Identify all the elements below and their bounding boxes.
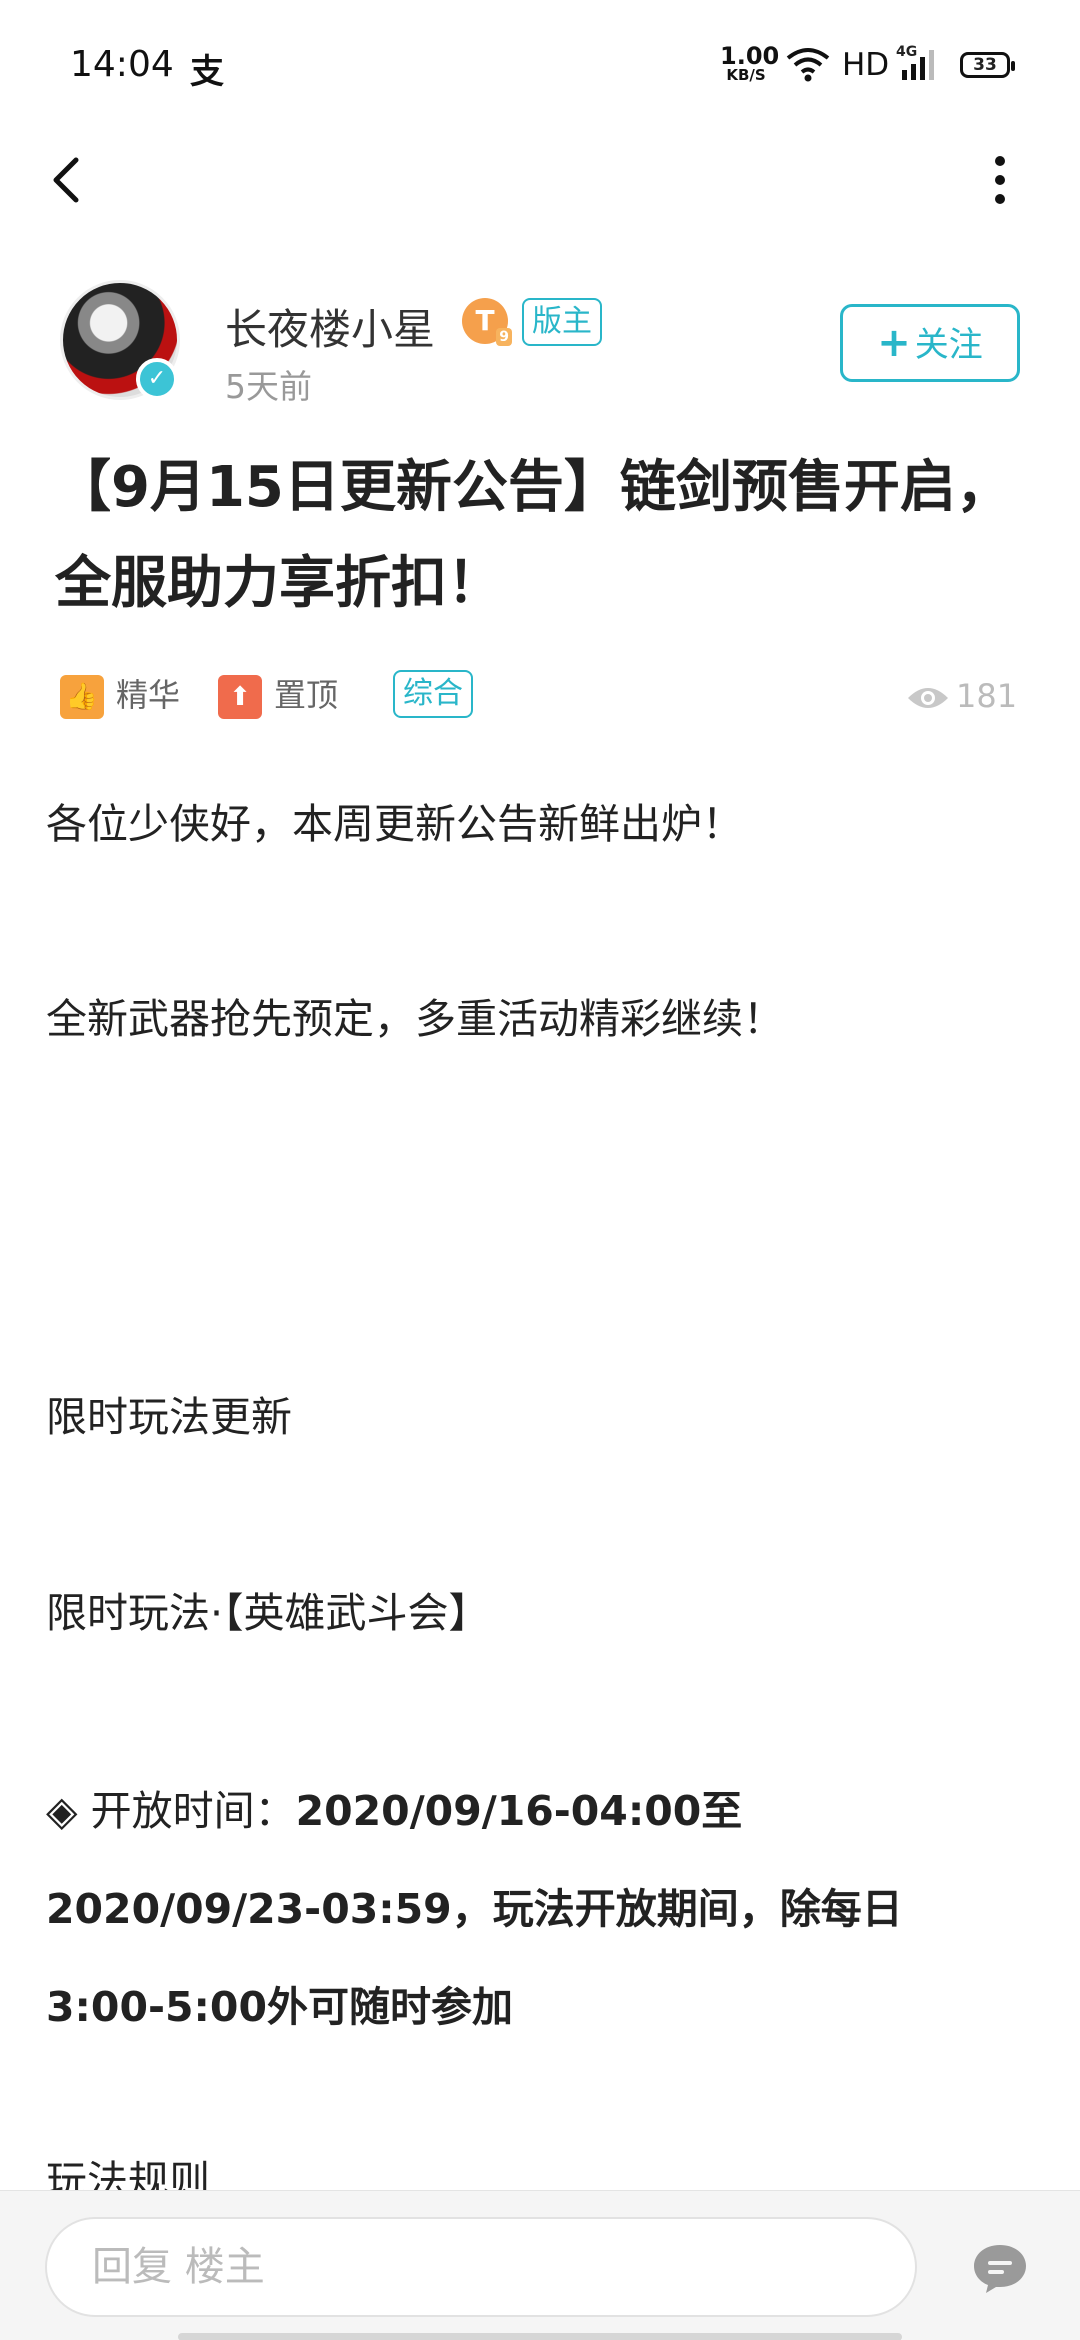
verified-badge-icon: ✓ (136, 358, 178, 400)
pinned-tag-label: 置顶 (274, 676, 339, 714)
eye-icon (908, 688, 948, 708)
top-nav (0, 130, 1080, 230)
wifi-icon (786, 48, 830, 82)
signal-icon: 4G (896, 44, 942, 84)
plus-icon: + (877, 320, 911, 366)
network-speed-value: 1.00 (720, 42, 780, 70)
battery-icon: 33 (960, 52, 1015, 78)
level-badge-letter: T (475, 304, 495, 337)
open-time-start: 2020/09/16-04:00至 (295, 1787, 743, 1835)
body-greeting: 各位少侠好，本周更新公告新鲜出炉！ (46, 800, 743, 848)
level-badge-icon: T 9 (462, 298, 512, 346)
back-arrow-icon[interactable] (40, 150, 100, 210)
reply-bar: 回复 楼主 (0, 2190, 1080, 2340)
open-time-line-2: 2020/09/23-03:59，玩法开放期间，除每日 (46, 1885, 903, 1933)
essence-tag-label: 精华 (116, 676, 181, 714)
pin-up-arrow-icon: ⬆ (218, 675, 262, 719)
category-tag[interactable]: 综合 (393, 670, 473, 718)
status-time: 14:04 (70, 44, 174, 85)
more-options-icon[interactable] (975, 150, 1025, 210)
open-time-line-1: ◈ 开放时间：2020/09/16-04:00至 (46, 1762, 1036, 1860)
author-name[interactable]: 长夜楼小星 (225, 296, 435, 357)
comment-icon[interactable] (970, 2241, 1030, 2297)
moderator-badge: 版主 (522, 298, 602, 346)
post-title: 【9月15日更新公告】链剑预售开启，全服助力享折扣！ (55, 455, 1012, 616)
view-count: 181 (906, 672, 1017, 720)
open-time-label: ◈ 开放时间： (46, 1787, 296, 1835)
essence-tag: 👍 精华 (60, 670, 180, 720)
view-count-value: 181 (956, 677, 1018, 715)
network-speed: 1.00 KB/S (720, 42, 780, 84)
level-badge-number: 9 (496, 328, 512, 346)
follow-button-label: 关注 (914, 325, 983, 365)
follow-button[interactable]: + 关注 (840, 304, 1020, 382)
body-intro: 全新武器抢先预定，多重活动精彩继续！ (46, 995, 784, 1043)
next-heading-partial: 玩法规则 (46, 2152, 1036, 2190)
hd-indicator: HD (842, 47, 890, 83)
network-speed-unit: KB/S (726, 66, 766, 84)
event-name: 限时玩法·【英雄武斗会】 (46, 1589, 490, 1637)
section-heading: 限时玩法更新 (46, 1393, 292, 1441)
alipay-notification-icon: 支 (190, 52, 224, 92)
pinned-tag: ⬆ 置顶 (218, 670, 338, 720)
status-bar: 14:04 支 1.00 KB/S HD 4G 33 (0, 0, 1080, 130)
thumbs-up-icon: 👍 (60, 675, 104, 719)
reply-input[interactable]: 回复 楼主 (45, 2217, 917, 2317)
post-time: 5天前 (225, 367, 312, 406)
home-indicator (178, 2333, 902, 2340)
open-time-line-3: 3:00-5:00外可随时参加 (46, 1983, 513, 2031)
next-heading-text: 玩法规则 (46, 2157, 210, 2190)
